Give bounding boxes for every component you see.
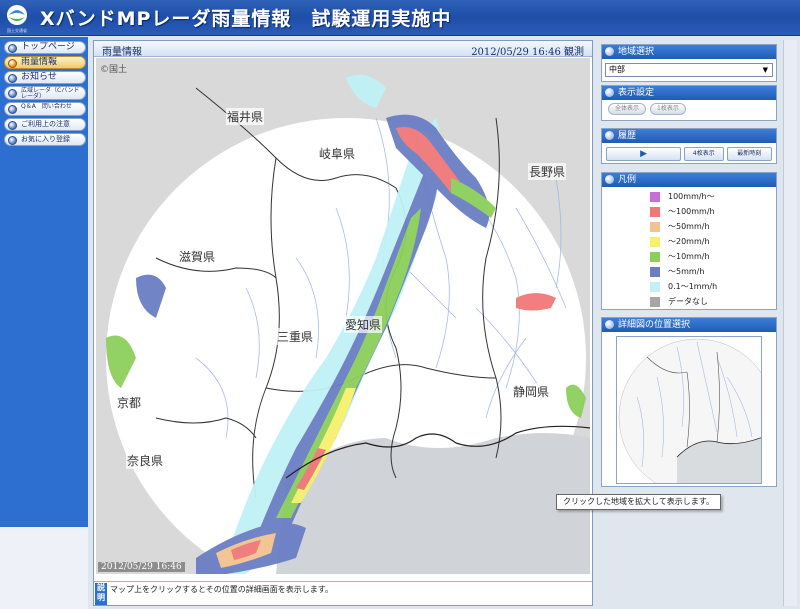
- nav-notices[interactable]: お知らせ: [4, 71, 86, 84]
- rain-info-panel: 雨量情報 2012/05/29 16:46 観測 ©国土 福井県 岐阜県 長野県…: [93, 40, 593, 606]
- nav-top-page[interactable]: トップページ: [4, 41, 86, 54]
- display-settings-panel: 表示設定 全体表示 1枚表示: [601, 85, 777, 121]
- legend-item: データなし: [602, 294, 776, 309]
- tooltip: クリックした地域を拡大して表示します。: [556, 494, 721, 510]
- nav-bullet-icon: [8, 136, 17, 145]
- map-copyright: ©国土: [100, 65, 128, 75]
- hint-text: マップ上をクリックするとその位置の詳細画面を表示します。: [110, 585, 333, 594]
- legend-item: ～10mm/h: [602, 249, 776, 264]
- nav-label: 広域レーダ（Cバンドレーダ）: [21, 87, 80, 100]
- gear-icon: [605, 175, 614, 184]
- legend-item: ～5mm/h: [602, 264, 776, 279]
- nav-label: ご利用上の注意: [21, 120, 70, 128]
- prefecture-label: 奈良県: [126, 452, 165, 469]
- legend-item: ～50mm/h: [602, 219, 776, 234]
- region-select-panel: 地域選択 中部 ▼: [601, 44, 777, 82]
- prefecture-label: 三重県: [276, 328, 315, 345]
- gear-icon: [605, 88, 614, 97]
- nav-usage-notes[interactable]: ご利用上の注意: [4, 118, 86, 131]
- panel-header: 凡例: [602, 173, 776, 187]
- page-title: XバンドMPレーダ雨量情報 試験運用実施中: [40, 8, 452, 30]
- prefecture-label: 滋賀県: [178, 248, 217, 265]
- play-button[interactable]: ▶: [606, 147, 682, 161]
- latest-time-button[interactable]: 最新時刻: [726, 147, 772, 161]
- nav-bullet-icon: [8, 89, 17, 98]
- legend-swatch: [650, 222, 660, 232]
- history-panel: 履歴 ▶ 4枚表示 最新時刻: [601, 128, 777, 164]
- legend-swatch: [650, 297, 660, 307]
- gear-icon: [605, 320, 614, 329]
- legend-swatch: [650, 282, 660, 292]
- nav-bullet-icon: [8, 121, 17, 130]
- gear-icon: [605, 131, 614, 140]
- legend-list: 100mm/h～ ～100mm/h ～50mm/h ～20mm/h ～10mm/…: [602, 187, 776, 309]
- panel-header-label: 詳細図の位置選択: [618, 320, 691, 330]
- legend-swatch: [650, 192, 660, 202]
- full-view-button[interactable]: 全体表示: [608, 103, 647, 115]
- legend-swatch: [650, 252, 660, 262]
- nav-label: 雨量情報: [21, 57, 58, 67]
- legend-swatch: [650, 207, 660, 217]
- nav-bullet-icon: [8, 44, 17, 53]
- overview-map-canvas[interactable]: [617, 337, 762, 484]
- nav-bullet-icon: [8, 74, 17, 83]
- panel-header-label: 凡例: [618, 175, 637, 185]
- prefecture-label: 岐阜県: [318, 145, 357, 162]
- panel-header-label: 履歴: [618, 131, 637, 141]
- header-bar: 国土交通省 XバンドMPレーダ雨量情報 試験運用実施中: [0, 0, 800, 36]
- region-selected-value: 中部: [609, 65, 625, 74]
- radar-map-canvas[interactable]: [96, 58, 590, 574]
- left-navigation-footer: [0, 527, 88, 609]
- observation-time: 2012/05/29 16:46 観測: [471, 47, 584, 58]
- radar-map[interactable]: ©国土 福井県 岐阜県 長野県 滋賀県 三重県 愛知県 静岡県 京都 奈良県 2…: [96, 58, 590, 574]
- hint-bar: 説明 マップ上をクリックするとその位置の詳細画面を表示します。: [94, 581, 592, 605]
- left-navigation: トップページ 雨量情報 お知らせ 広域レーダ（Cバンドレーダ） Q＆A 問い合わ…: [0, 37, 88, 527]
- legend-item: ～20mm/h: [602, 234, 776, 249]
- legend-panel: 凡例 100mm/h～ ～100mm/h ～50mm/h ～20mm/h ～10…: [601, 172, 777, 310]
- prefecture-label: 福井県: [226, 108, 265, 125]
- detail-position-map[interactable]: [616, 336, 762, 484]
- detail-position-panel: 詳細図の位置選択: [601, 317, 777, 487]
- panel-header: 表示設定: [602, 86, 776, 100]
- legend-swatch: [650, 267, 660, 277]
- history-button-row: ▶ 4枚表示 最新時刻: [602, 143, 776, 165]
- nav-label: お気に入り登録: [21, 135, 70, 143]
- panel-header: 履歴: [602, 129, 776, 143]
- panel-header-label: 地域選択: [618, 47, 655, 57]
- nav-bullet-icon: [8, 105, 17, 114]
- prefecture-label: 長野県: [528, 163, 567, 180]
- map-timestamp: 2012/05/29 16:46: [98, 562, 185, 572]
- prefecture-label: 京都: [116, 394, 143, 411]
- legend-item: 100mm/h～: [602, 189, 776, 204]
- nav-wide-radar[interactable]: 広域レーダ（Cバンドレーダ）: [4, 86, 86, 100]
- panel-header: 地域選択: [602, 45, 776, 59]
- play-icon: ▶: [640, 149, 647, 159]
- vertical-scrollbar[interactable]: [783, 40, 797, 606]
- nav-qa-contact[interactable]: Q＆A 問い合わせ: [4, 102, 86, 116]
- nav-label: トップページ: [21, 42, 75, 52]
- nav-add-favorite[interactable]: お気に入り登録: [4, 133, 86, 146]
- prefecture-label: 静岡県: [512, 383, 551, 400]
- gear-icon: [605, 47, 614, 56]
- nav-bullet-icon: [8, 59, 17, 68]
- four-frame-button[interactable]: 4枚表示: [684, 147, 724, 161]
- panel-title: 雨量情報: [102, 47, 142, 58]
- legend-item: ～100mm/h: [602, 204, 776, 219]
- panel-titlebar: 雨量情報 2012/05/29 16:46 観測: [94, 41, 592, 58]
- single-view-button[interactable]: 1枚表示: [650, 103, 686, 115]
- hint-tag: 説明: [95, 583, 107, 605]
- panel-header-label: 表示設定: [618, 88, 655, 98]
- legend-swatch: [650, 237, 660, 247]
- prefecture-label: 愛知県: [344, 316, 383, 333]
- nav-label: お知らせ: [21, 72, 57, 82]
- region-dropdown[interactable]: 中部 ▼: [605, 63, 773, 77]
- legend-item: 0.1～1mm/h: [602, 279, 776, 294]
- app-root: 国土交通省 XバンドMPレーダ雨量情報 試験運用実施中 トップページ 雨量情報 …: [0, 0, 800, 609]
- logo-caption: 国土交通省: [7, 28, 27, 33]
- nav-rain-info[interactable]: 雨量情報: [4, 56, 86, 69]
- display-button-row: 全体表示 1枚表示: [602, 100, 776, 118]
- chevron-down-icon: ▼: [762, 66, 768, 74]
- panel-header: 詳細図の位置選択: [602, 318, 776, 332]
- nav-label: Q＆A 問い合わせ: [21, 103, 72, 110]
